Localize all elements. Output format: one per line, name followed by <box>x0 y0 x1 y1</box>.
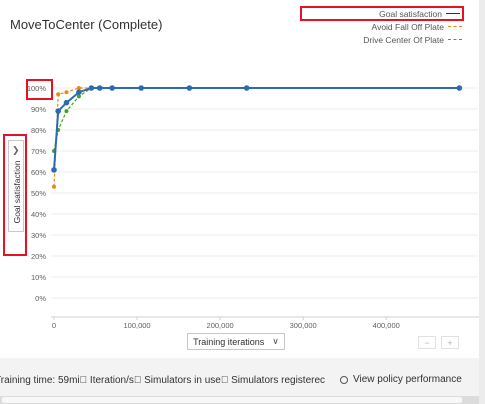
y-axis-toggle-highlight <box>3 134 27 256</box>
x-tick-label: 400,000 <box>373 321 400 330</box>
data-point <box>76 89 82 95</box>
y-tick-label: 20% <box>31 252 46 261</box>
data-point <box>76 94 81 99</box>
data-point <box>138 85 145 91</box>
x-axis-dropdown-label: Training iterations <box>193 336 265 347</box>
x-axis-dropdown[interactable]: Training iterations ∨ <box>187 333 285 350</box>
view-policy-performance-label: View policy performance <box>353 374 462 385</box>
data-point <box>88 85 95 91</box>
status-bar: Training time: 59mi  Iteration/s  Simula… <box>0 372 479 390</box>
y-tick-label: 50% <box>31 189 46 198</box>
y-tick-label: 40% <box>31 210 46 219</box>
view-policy-performance-option[interactable]: View policy performance <box>340 374 462 385</box>
data-point <box>56 92 61 97</box>
data-point <box>51 167 57 173</box>
line-chart: 0%10%20%30%40%50%60%70%80%90%100%0 100,00… <box>27 84 485 330</box>
chevron-down-icon: ∨ <box>272 336 279 346</box>
data-point <box>55 108 61 114</box>
chart-panel: MoveToCenter (Complete) Goal satisfactio… <box>0 0 485 358</box>
x-tick-label: 0 <box>52 321 56 330</box>
data-point <box>64 90 69 95</box>
vertical-scrollbar[interactable] <box>479 0 485 404</box>
y-tick-label: 80% <box>31 126 46 135</box>
data-point <box>109 85 115 91</box>
y-tick-label: 0% <box>35 294 46 303</box>
x-tick-label: 200,000 <box>207 321 234 330</box>
data-point <box>96 85 103 91</box>
y-tick-label: 10% <box>31 273 46 282</box>
series-line <box>53 87 460 170</box>
data-point <box>456 85 463 91</box>
data-point <box>243 85 250 91</box>
data-point <box>186 85 193 91</box>
data-point <box>64 109 69 114</box>
data-point <box>63 99 70 106</box>
x-tick-label: 300,000 <box>290 321 317 330</box>
y-axis-max-highlight <box>26 79 53 100</box>
y-tick-label: 90% <box>31 105 46 114</box>
data-point <box>52 184 56 189</box>
training-stats: Training time: 59mi  Iteration/s  Simula… <box>0 375 326 386</box>
y-tick-label: 70% <box>31 147 46 156</box>
y-tick-label: 60% <box>31 168 46 177</box>
horizontal-scrollbar-thumb[interactable] <box>2 397 462 403</box>
x-tick-label: 100,000 <box>123 321 150 330</box>
radio-button[interactable] <box>340 375 348 384</box>
zoom-in-button[interactable]: + <box>441 336 459 349</box>
zoom-out-button[interactable]: − <box>418 336 436 349</box>
y-tick-label: 30% <box>31 231 46 240</box>
